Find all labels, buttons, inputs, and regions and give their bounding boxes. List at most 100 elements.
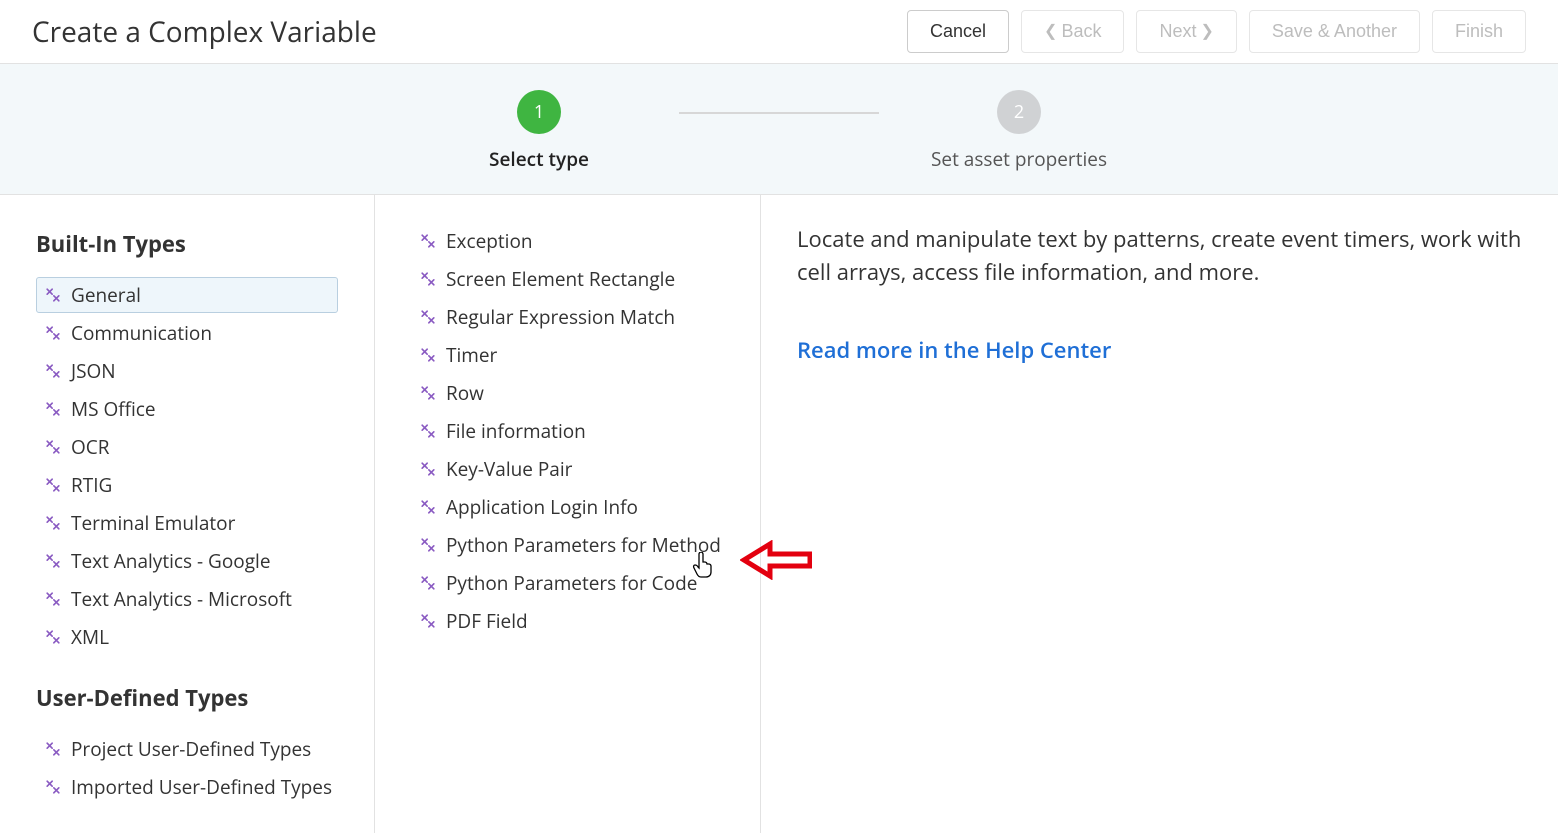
complex-type-icon bbox=[418, 459, 438, 479]
complex-type-icon bbox=[418, 345, 438, 365]
chevron-left-icon: ❮ bbox=[1044, 24, 1057, 40]
category-column: Built-In Types General Communication JSON M… bbox=[0, 195, 374, 833]
builtin-list-item[interactable]: Communication bbox=[36, 315, 338, 351]
builtin-list-item[interactable]: MS Office bbox=[36, 391, 338, 427]
item-label: Screen Element Rectangle bbox=[446, 266, 675, 292]
user-list-item[interactable]: Project User-Defined Types bbox=[36, 731, 338, 767]
type-list-item[interactable]: Row bbox=[411, 375, 724, 411]
complex-type-icon bbox=[418, 497, 438, 517]
wizard-body: Built-In Types General Communication JSON M… bbox=[0, 195, 1558, 833]
type-list-item[interactable]: Python Parameters for Code bbox=[411, 565, 724, 601]
category-description: Locate and manipulate text by patterns, … bbox=[797, 223, 1522, 289]
step-1-circle: 1 bbox=[517, 90, 561, 134]
builtin-list-item[interactable]: JSON bbox=[36, 353, 338, 389]
complex-type-icon bbox=[43, 399, 63, 419]
next-label: Next bbox=[1159, 21, 1196, 42]
item-label: Timer bbox=[446, 342, 497, 368]
complex-type-icon bbox=[43, 589, 63, 609]
type-list-item[interactable]: Timer bbox=[411, 337, 724, 373]
complex-type-icon bbox=[418, 573, 438, 593]
item-label: Terminal Emulator bbox=[71, 510, 235, 536]
complex-type-icon bbox=[43, 551, 63, 571]
type-list-item[interactable]: PDF Field bbox=[411, 603, 724, 639]
item-label: RTIG bbox=[71, 472, 112, 498]
type-list: Exception Screen Element Rectangle Regular… bbox=[411, 223, 724, 639]
builtin-list-item[interactable]: General bbox=[36, 277, 338, 313]
item-label: Application Login Info bbox=[446, 494, 638, 520]
item-label: Regular Expression Match bbox=[446, 304, 675, 330]
type-list-item[interactable]: Python Parameters for Method bbox=[411, 527, 724, 563]
item-label: File information bbox=[446, 418, 586, 444]
user-types-heading: User-Defined Types bbox=[36, 683, 338, 713]
modal-header: Create a Complex Variable Cancel ❮ Back … bbox=[0, 0, 1558, 64]
builtin-types-heading: Built-In Types bbox=[36, 229, 338, 259]
builtin-list-item[interactable]: XML bbox=[36, 619, 338, 655]
item-label: Row bbox=[446, 380, 484, 406]
step-2-label: Set asset properties bbox=[931, 146, 1107, 172]
complex-type-icon bbox=[43, 777, 63, 797]
help-center-link[interactable]: Read more in the Help Center bbox=[797, 335, 1111, 365]
item-label: PDF Field bbox=[446, 608, 528, 634]
item-label: Exception bbox=[446, 228, 533, 254]
builtin-list-item[interactable]: Terminal Emulator bbox=[36, 505, 338, 541]
complex-type-icon bbox=[418, 535, 438, 555]
chevron-right-icon: ❯ bbox=[1200, 24, 1213, 40]
type-list-item[interactable]: Exception bbox=[411, 223, 724, 259]
complex-type-icon bbox=[418, 231, 438, 251]
back-label: Back bbox=[1061, 21, 1101, 42]
item-label: Text Analytics - Microsoft bbox=[71, 586, 292, 612]
modal-title: Create a Complex Variable bbox=[32, 13, 377, 51]
item-label: Key-Value Pair bbox=[446, 456, 572, 482]
type-list-item[interactable]: Application Login Info bbox=[411, 489, 724, 525]
type-list-item[interactable]: File information bbox=[411, 413, 724, 449]
step-1[interactable]: 1 Select type bbox=[399, 90, 679, 172]
complex-type-icon bbox=[43, 513, 63, 533]
step-1-label: Select type bbox=[489, 146, 589, 172]
complex-type-icon bbox=[418, 307, 438, 327]
back-button[interactable]: ❮ Back bbox=[1021, 10, 1124, 53]
type-list-item[interactable]: Key-Value Pair bbox=[411, 451, 724, 487]
complex-type-icon bbox=[418, 421, 438, 441]
step-connector bbox=[679, 112, 879, 114]
user-types-list: Project User-Defined Types Imported User-… bbox=[36, 731, 338, 805]
item-label: Text Analytics - Google bbox=[71, 548, 271, 574]
finish-button[interactable]: Finish bbox=[1432, 10, 1526, 53]
builtin-list-item[interactable]: OCR bbox=[36, 429, 338, 465]
builtin-types-list: General Communication JSON MS Office OCR RTIG… bbox=[36, 277, 338, 655]
next-button[interactable]: Next ❯ bbox=[1136, 10, 1236, 53]
item-label: MS Office bbox=[71, 396, 156, 422]
builtin-list-item[interactable]: Text Analytics - Microsoft bbox=[36, 581, 338, 617]
item-label: JSON bbox=[71, 358, 116, 384]
complex-type-icon bbox=[43, 323, 63, 343]
builtin-list-item[interactable]: RTIG bbox=[36, 467, 338, 503]
type-list-item[interactable]: Screen Element Rectangle bbox=[411, 261, 724, 297]
item-label: Project User-Defined Types bbox=[71, 736, 311, 762]
complex-type-icon bbox=[43, 437, 63, 457]
complex-type-icon bbox=[418, 611, 438, 631]
item-label: XML bbox=[71, 624, 109, 650]
type-list-column: Exception Screen Element Rectangle Regular… bbox=[374, 195, 760, 833]
wizard-stepper: 1 Select type 2 Set asset properties bbox=[0, 64, 1558, 195]
step-2[interactable]: 2 Set asset properties bbox=[879, 90, 1159, 172]
complex-type-icon bbox=[43, 627, 63, 647]
complex-type-icon bbox=[43, 285, 63, 305]
header-actions: Cancel ❮ Back Next ❯ Save & Another Fini… bbox=[907, 10, 1526, 53]
complex-type-icon bbox=[418, 269, 438, 289]
description-column: Locate and manipulate text by patterns, … bbox=[760, 195, 1558, 833]
complex-type-icon bbox=[43, 739, 63, 759]
step-2-circle: 2 bbox=[997, 90, 1041, 134]
user-list-item[interactable]: Imported User-Defined Types bbox=[36, 769, 338, 805]
complex-type-icon bbox=[418, 383, 438, 403]
cancel-button[interactable]: Cancel bbox=[907, 10, 1009, 53]
item-label: Python Parameters for Code bbox=[446, 570, 697, 596]
item-label: Python Parameters for Method bbox=[446, 532, 721, 558]
builtin-list-item[interactable]: Text Analytics - Google bbox=[36, 543, 338, 579]
save-another-button[interactable]: Save & Another bbox=[1249, 10, 1420, 53]
item-label: General bbox=[71, 282, 141, 308]
complex-type-icon bbox=[43, 475, 63, 495]
complex-type-icon bbox=[43, 361, 63, 381]
type-list-item[interactable]: Regular Expression Match bbox=[411, 299, 724, 335]
item-label: OCR bbox=[71, 434, 109, 460]
item-label: Communication bbox=[71, 320, 212, 346]
item-label: Imported User-Defined Types bbox=[71, 774, 332, 800]
